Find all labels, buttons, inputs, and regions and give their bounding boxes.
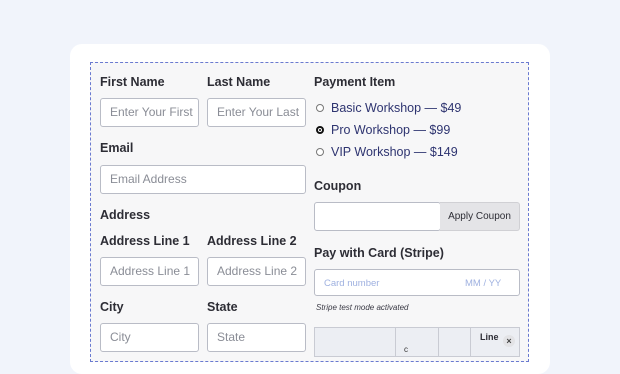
radio-checked-icon[interactable] (316, 126, 324, 134)
stripe-label: Pay with Card (Stripe) (314, 246, 444, 260)
card-expiry-placeholder[interactable]: MM / YY (465, 278, 501, 289)
address-label: Address (100, 208, 151, 222)
card-number-placeholder[interactable]: Card number (324, 278, 379, 289)
payment-item-label: Payment Item (314, 75, 396, 89)
payment-option-vip[interactable]: VIP Workshop — $149 (316, 145, 458, 159)
apply-coupon-button[interactable]: Apply Coupon (440, 202, 520, 231)
table-cell: c (404, 345, 408, 354)
table-divider (470, 328, 471, 356)
radio-unchecked-icon[interactable] (316, 148, 324, 156)
first-name-input[interactable]: Enter Your First (100, 98, 199, 127)
city-label: City (100, 300, 124, 314)
email-input[interactable]: Email Address (100, 165, 306, 194)
payment-option-label: VIP Workshop — $149 (331, 145, 458, 159)
address-line2-input[interactable]: Address Line 2 (207, 257, 306, 286)
payment-option-label: Pro Workshop — $99 (331, 123, 451, 137)
payment-option-basic[interactable]: Basic Workshop — $49 (316, 101, 461, 115)
first-name-label: First Name (100, 75, 165, 89)
last-name-input[interactable]: Enter Your Last (207, 98, 306, 127)
state-input[interactable]: State (207, 323, 306, 352)
address-line1-label: Address Line 1 (100, 234, 190, 248)
email-label: Email (100, 141, 134, 155)
last-name-label: Last Name (207, 75, 271, 89)
table-header-line: Line (480, 332, 499, 342)
city-input[interactable]: City (100, 323, 199, 352)
coupon-label: Coupon (314, 179, 362, 193)
payment-option-label: Basic Workshop — $49 (331, 101, 462, 115)
stripe-test-note: Stripe test mode activated (316, 303, 409, 312)
coupon-input[interactable] (314, 202, 441, 231)
address-line2-label: Address Line 2 (207, 234, 297, 248)
state-label: State (207, 300, 238, 314)
payment-option-pro[interactable]: Pro Workshop — $99 (316, 123, 450, 137)
radio-unchecked-icon[interactable] (316, 104, 324, 112)
table-divider (395, 328, 396, 356)
close-icon[interactable]: × (503, 335, 515, 347)
table-divider (438, 328, 439, 356)
address-line1-input[interactable]: Address Line 1 (100, 257, 199, 286)
